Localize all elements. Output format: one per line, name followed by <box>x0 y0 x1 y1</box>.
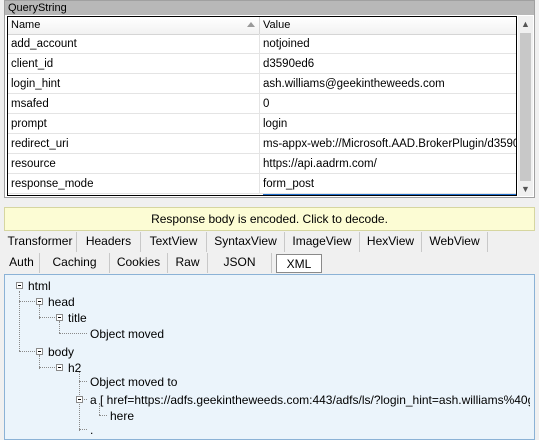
collapse-head-icon[interactable] <box>36 298 43 305</box>
grid-header: Name Value <box>8 17 516 35</box>
tree-node-anchor-text[interactable]: here <box>110 408 134 424</box>
table-row[interactable]: response_mode form_post <box>8 174 516 194</box>
sort-ascending-icon <box>247 22 255 27</box>
table-row[interactable]: resource https://api.aadrm.com/ <box>8 154 516 174</box>
querystring-panel: QueryString Name Value add_account notjo… <box>4 0 535 198</box>
param-value: ash.williams@geekintheweeds.com <box>263 78 445 90</box>
param-name: client_id <box>8 54 260 74</box>
tree-node-title[interactable]: title <box>68 310 87 326</box>
column-header-name-label: Name <box>11 19 41 31</box>
tree-node-head[interactable]: head <box>48 294 75 310</box>
querystring-title: QueryString <box>5 1 534 15</box>
tab-headers[interactable]: Headers <box>77 232 141 252</box>
param-value: 0 <box>263 98 270 110</box>
scroll-down-icon[interactable]: ▼ <box>518 181 533 196</box>
tree-connector <box>19 301 35 302</box>
param-value: https://api.aadrm.com/ <box>263 158 377 170</box>
tree-node-body[interactable]: body <box>48 344 74 360</box>
selected-row-indicator[interactable] <box>263 194 516 195</box>
tree-connector <box>59 333 87 334</box>
tab-xml[interactable]: XML <box>276 254 322 273</box>
collapse-h2-icon[interactable] <box>56 364 63 371</box>
querystring-grid[interactable]: Name Value add_account notjoined client_… <box>7 16 517 196</box>
tree-node-h2-text[interactable]: Object moved to <box>90 374 177 390</box>
tree-connector <box>19 291 20 351</box>
column-header-name[interactable]: Name <box>8 17 260 34</box>
tree-node-html[interactable]: html <box>28 278 51 294</box>
tree-connector <box>79 429 87 430</box>
tab-caching[interactable]: Caching <box>40 253 110 273</box>
vertical-scrollbar[interactable]: ▲ ▼ <box>518 16 533 196</box>
param-value: ms-appx-web://Microsoft.AAD.BrokerPlugin… <box>263 138 516 150</box>
xml-tree-view[interactable]: html head title Object moved body h2 Obj… <box>4 274 535 440</box>
table-row[interactable]: add_account notjoined <box>8 34 516 54</box>
collapse-title-icon[interactable] <box>56 314 63 321</box>
param-value: login <box>263 118 288 130</box>
tree-connector <box>99 415 107 416</box>
tab-imageview[interactable]: ImageView <box>285 232 360 252</box>
table-row[interactable]: client_id d3590ed6 <box>8 54 516 74</box>
param-name: add_account <box>8 34 260 54</box>
tab-webview[interactable]: WebView <box>422 232 488 252</box>
table-row[interactable]: prompt login <box>8 114 516 134</box>
param-name: redirect_uri <box>8 134 260 154</box>
tab-hexview[interactable]: HexView <box>360 232 422 252</box>
param-name: response_mode <box>8 174 260 194</box>
tab-cookies[interactable]: Cookies <box>110 253 168 273</box>
tab-auth[interactable]: Auth <box>4 253 40 273</box>
tree-connector <box>79 381 87 382</box>
param-value: d3590ed6 <box>263 58 315 70</box>
tree-connector <box>39 317 55 318</box>
scroll-thumb[interactable] <box>520 33 531 181</box>
table-row[interactable]: redirect_uri ms-appx-web://Microsoft.AAD… <box>8 134 516 154</box>
param-name: resource <box>8 154 260 174</box>
scroll-up-icon[interactable]: ▲ <box>518 16 533 31</box>
collapse-body-icon[interactable] <box>36 348 43 355</box>
tab-syntaxview[interactable]: SyntaxView <box>207 232 285 252</box>
tree-node-title-text[interactable]: Object moved <box>90 326 164 342</box>
tree-node-period[interactable]: . <box>90 422 93 438</box>
tree-connector <box>39 367 55 368</box>
param-name: prompt <box>8 114 260 134</box>
param-value: form_post <box>263 178 315 190</box>
param-value: notjoined <box>263 38 310 50</box>
param-name: login_hint <box>8 74 260 94</box>
decode-banner[interactable]: Response body is encoded. Click to decod… <box>4 207 535 231</box>
table-row[interactable]: msafed 0 <box>8 94 516 114</box>
tree-node-anchor[interactable]: a [ href=https://adfs.geekintheweeds.com… <box>90 392 530 408</box>
tab-raw[interactable]: Raw <box>168 253 208 273</box>
param-name: msafed <box>8 94 260 114</box>
table-row[interactable]: login_hint ash.williams@geekintheweeds.c… <box>8 74 516 94</box>
column-header-value[interactable]: Value <box>260 17 516 34</box>
tab-transformer[interactable]: Transformer <box>4 232 77 252</box>
tree-connector <box>19 351 35 352</box>
tab-textview[interactable]: TextView <box>141 232 207 252</box>
tree-connector <box>59 321 60 333</box>
tab-json[interactable]: JSON <box>208 253 272 273</box>
collapse-anchor-icon[interactable] <box>76 396 83 403</box>
collapse-html-icon[interactable] <box>16 282 23 289</box>
tree-node-h2[interactable]: h2 <box>68 360 81 376</box>
